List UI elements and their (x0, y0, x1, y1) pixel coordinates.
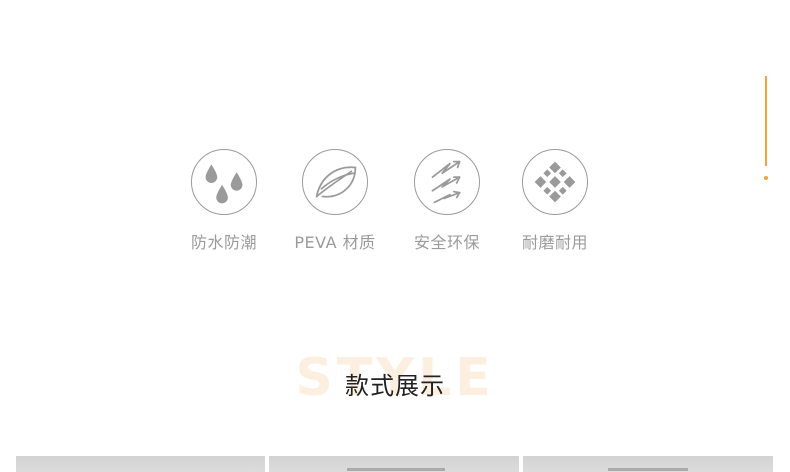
section-title: 款式展示 (345, 372, 445, 400)
wind-arrows-icon (414, 149, 480, 215)
feature-label: 安全环保 (413, 233, 480, 252)
feature-label: 防水防潮 (190, 233, 257, 252)
style-gallery (16, 456, 773, 472)
side-indicator-dot (764, 176, 768, 180)
side-indicator-line (765, 76, 767, 166)
feature-peva: PEVA 材质 (280, 149, 390, 253)
feature-label: PEVA 材质 (294, 233, 376, 252)
feature-eco: 安全环保 (392, 149, 502, 253)
feature-label: 耐磨耐用 (521, 233, 588, 252)
gallery-image[interactable] (16, 456, 265, 472)
feature-durable: 耐磨耐用 (500, 149, 610, 253)
diamond-cluster-icon (522, 149, 588, 215)
water-drops-icon (191, 149, 257, 215)
leaf-icon (302, 149, 368, 215)
gallery-image[interactable] (269, 456, 519, 472)
product-edge (347, 468, 445, 471)
product-edge (608, 468, 688, 471)
gallery-image[interactable] (523, 456, 773, 472)
feature-waterproof: 防水防潮 (169, 149, 279, 253)
